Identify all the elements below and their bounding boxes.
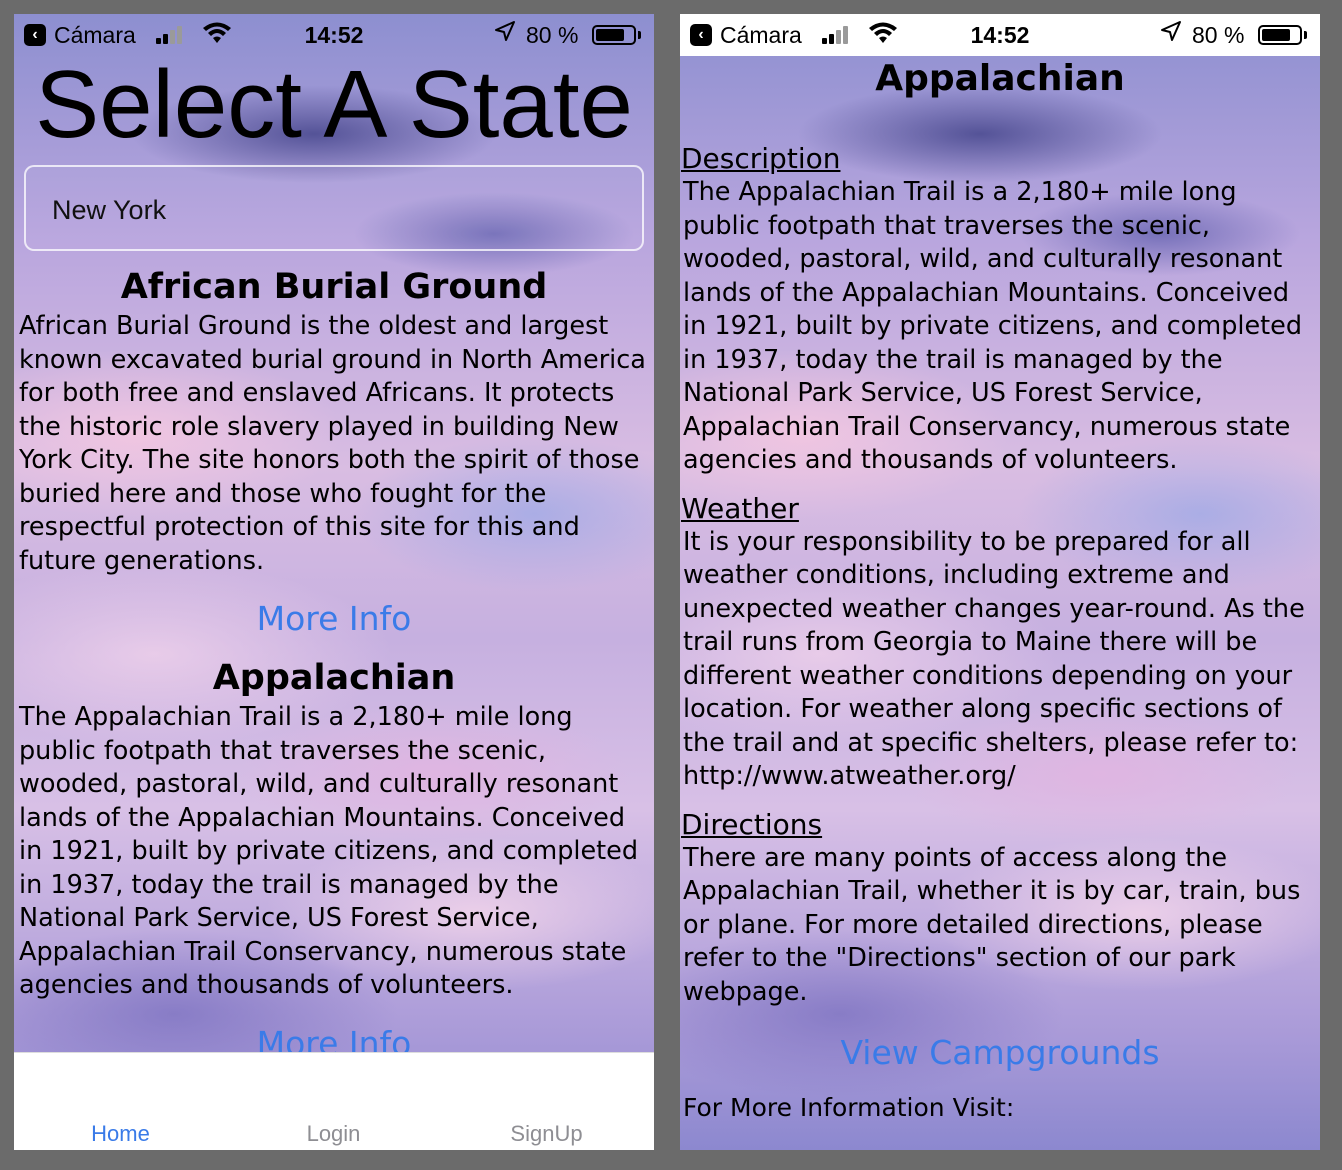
- park-description: The Appalachian Trail is a 2,180+ mile l…: [19, 702, 639, 1000]
- section-text: There are many points of access along th…: [683, 842, 1301, 1007]
- section-text: The Appalachian Trail is a 2,180+ mile l…: [683, 177, 1303, 475]
- battery-fill: [1262, 29, 1290, 41]
- park-detail-title: Appalachian: [875, 58, 1125, 99]
- directions-section: Directions There are many points of acce…: [680, 808, 1320, 1010]
- tab-home[interactable]: Home: [14, 1121, 227, 1147]
- location-arrow-icon: [1160, 20, 1182, 48]
- weather-section: Weather It is your responsibility to be …: [680, 492, 1320, 794]
- home-screen: ‹ Cámara 14:52 80 % Select A State New Y…: [14, 14, 654, 1150]
- status-bar: ‹ Cámara 14:52 80 %: [680, 14, 1320, 56]
- tab-login[interactable]: Login: [227, 1121, 440, 1147]
- park-card: Appalachian The Appalachian Trail is a 2…: [14, 655, 654, 1052]
- park-description: African Burial Ground is the oldest and …: [19, 311, 646, 576]
- battery-fill: [596, 29, 624, 41]
- battery-icon: [592, 25, 636, 45]
- more-info-link[interactable]: More Info: [14, 599, 654, 639]
- location-arrow-icon: [494, 20, 516, 48]
- battery-icon: [1258, 25, 1302, 45]
- park-detail-content[interactable]: Description The Appalachian Trail is a 2…: [680, 142, 1320, 1122]
- park-detail-screen: ‹ Cámara 14:52 80 % Appalachian Descript…: [680, 14, 1320, 1150]
- more-info-link[interactable]: More Info: [14, 1024, 654, 1053]
- battery-percentage: 80 %: [1192, 22, 1245, 48]
- section-heading: Description: [681, 142, 841, 175]
- state-search-input[interactable]: New York: [24, 165, 644, 251]
- section-text: It is your responsibility to be prepared…: [683, 526, 1305, 792]
- park-card: African Burial Ground African Burial Gro…: [14, 264, 654, 639]
- section-heading: Directions: [681, 807, 823, 841]
- battery-tip: [638, 31, 641, 39]
- section-heading: Weather: [681, 491, 799, 525]
- tab-bar: Home Login SignUp: [14, 1052, 654, 1150]
- more-information-label: For More Information Visit:: [683, 1093, 1015, 1122]
- park-list[interactable]: African Burial Ground African Burial Gro…: [14, 264, 654, 1052]
- description-section: Description The Appalachian Trail is a 2…: [680, 142, 1320, 478]
- battery-percentage: 80 %: [526, 22, 579, 48]
- view-campgrounds-link[interactable]: View Campgrounds: [680, 1033, 1320, 1073]
- park-name: Appalachian: [212, 658, 456, 698]
- battery-tip: [1304, 31, 1307, 39]
- tab-signup[interactable]: SignUp: [440, 1121, 653, 1147]
- page-title: Select A State: [35, 51, 633, 158]
- park-name: African Burial Ground: [120, 267, 548, 307]
